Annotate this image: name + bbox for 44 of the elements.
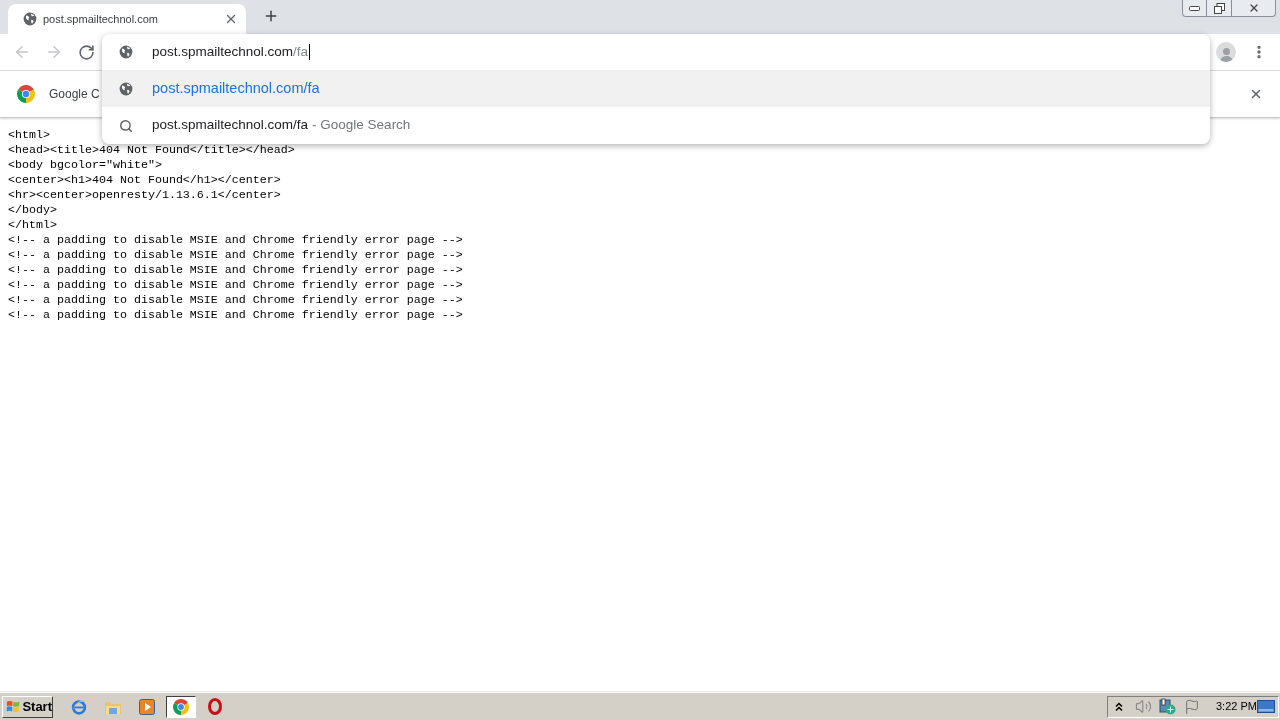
new-tab-icon[interactable]: [263, 8, 279, 24]
suggestion-row[interactable]: post.spmailtechnol.com/fa: [102, 70, 1210, 107]
close-icon[interactable]: [224, 12, 238, 26]
chrome-logo-icon: [17, 85, 35, 103]
start-button[interactable]: Start: [2, 695, 53, 718]
globe-icon: [118, 80, 134, 97]
letter-o-icon: [208, 698, 222, 715]
source-line: <html>: [8, 128, 50, 143]
address-field[interactable]: post.spmailtechnol.com/fa: [152, 42, 311, 62]
chrome-logo-icon: [173, 698, 189, 715]
browser-tab[interactable]: post.spmailtechnol.com: [8, 4, 246, 34]
windows-logo-icon: [6, 699, 21, 714]
clock-time[interactable]: 3:22 PM: [1216, 698, 1257, 715]
source-line: <!-- a padding to disable MSIE and Chrome friendly error page -->: [8, 278, 463, 293]
source-line: <!-- a padding to disable MSIE and Chrome friendly error page -->: [8, 293, 463, 308]
source-line: <!-- a padding to disable MSIE and Chrome friendly error page -->: [8, 308, 463, 323]
source-line: <head><title>404 Not Found</title></head>: [8, 143, 295, 158]
source-line: <hr><center>openresty/1.13.6.1</center>: [8, 188, 281, 203]
profile-avatar-icon[interactable]: [1216, 42, 1236, 62]
text-cursor: [309, 44, 311, 60]
play-icon: [139, 698, 155, 715]
globe-icon: [118, 44, 134, 60]
source-line: <body bgcolor="white">: [8, 158, 162, 173]
source-line: </html>: [8, 218, 57, 233]
suggestion-row[interactable]: post.spmailtechnol.com/fa - Google Search: [102, 107, 1210, 144]
source-line: <!-- a padding to disable MSIE and Chrome friendly error page -->: [8, 248, 463, 263]
close-icon[interactable]: [1249, 87, 1263, 101]
infobar-message: Google C: [49, 86, 100, 103]
taskbar-app-button[interactable]: [166, 695, 196, 718]
source-line: <!-- a padding to disable MSIE and Chrome friendly error page -->: [8, 263, 463, 278]
letter-e-icon: [70, 697, 88, 716]
minimize-icon: [1189, 5, 1200, 11]
show-desktop-icon[interactable]: [1257, 700, 1275, 713]
search-icon: [119, 118, 133, 133]
chevron-up-icon[interactable]: [1115, 701, 1123, 712]
globe-icon: [22, 11, 38, 27]
network-icon[interactable]: [1159, 698, 1176, 715]
source-line: <!-- a padding to disable MSIE and Chrome friendly error page -->: [8, 233, 463, 248]
tab-title: post.spmailtechnol.com: [43, 11, 158, 27]
source-line: <center><h1>404 Not Found</h1></center>: [8, 173, 281, 188]
flag-icon[interactable]: [1184, 698, 1200, 715]
reload-icon[interactable]: [78, 43, 95, 61]
source-line: </body>: [8, 203, 57, 218]
restore-icon: [1213, 2, 1225, 14]
